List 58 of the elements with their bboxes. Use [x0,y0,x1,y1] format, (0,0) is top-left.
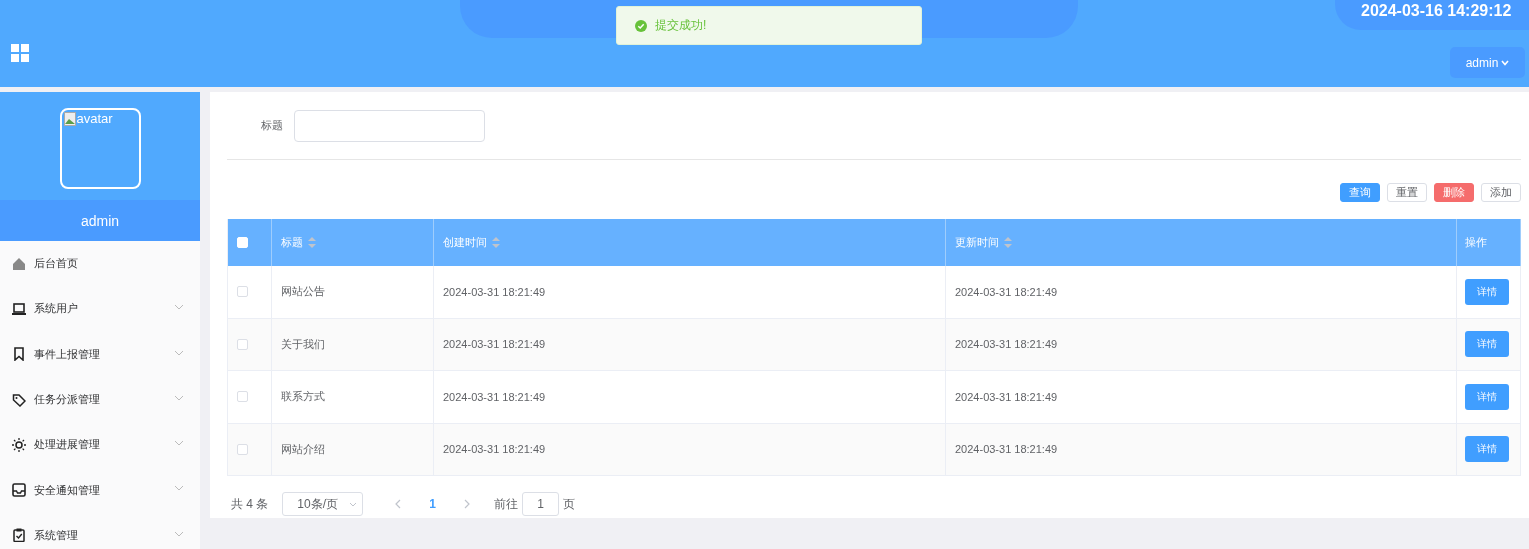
grid-menu-icon [11,44,29,62]
avatar-alt-text: avatar [76,112,113,126]
details-button[interactable]: 详情 [1465,278,1509,305]
table-cell: 2024-03-31 18:21:49 [946,318,1457,370]
username: admin [80,212,120,229]
user-menu-button[interactable]: admin [1450,47,1525,78]
delete-button[interactable]: 删除 [1434,183,1474,202]
details-button[interactable]: 详情 [1465,383,1509,410]
home-icon [12,256,26,271]
sidebar-item[interactable]: 处理进展管理 [0,422,200,468]
table-cell: 2024-03-31 18:21:49 [946,371,1457,423]
table-cell: 2024-03-31 18:21:49 [434,423,946,475]
caret-icon [1501,59,1510,66]
bookmark-icon [12,347,26,362]
sun-icon [12,437,26,452]
check-circle-icon [635,19,647,32]
field-label: 标题 [261,118,283,133]
laptop-icon [12,301,26,316]
toast-message: 提交成功! [655,17,707,34]
total-count: 共 4 条 [231,495,269,513]
broken-image-icon [63,112,76,126]
sidebar-item[interactable]: 安全通知管理 [0,467,200,513]
sidebar-item[interactable]: 任务分派管理 [0,376,200,423]
goto-label: 前往 [494,495,519,513]
action-button[interactable]: 重置 [1387,183,1427,202]
prev-page-icon [395,499,402,509]
table-cell: 网站公告 [272,266,434,318]
inbox-icon [12,483,26,498]
checkbox[interactable] [237,391,248,403]
query-button[interactable]: 查询 [1340,183,1380,202]
table-cell: 2024-03-31 18:21:49 [434,371,946,423]
chevron-down-icon [349,501,358,507]
next-page-icon [464,499,471,509]
checkbox[interactable] [237,286,248,298]
checkbox[interactable] [237,338,248,350]
page-number[interactable]: 1 [429,497,437,511]
table-cell: 关于我们 [272,318,434,370]
page-unit-label: 页 [563,495,576,513]
page-size-select[interactable]: 10条/页 [282,492,364,516]
page-input-field[interactable]: 1 [522,492,560,516]
table-cell: 网站介绍 [272,423,434,475]
sidebar-item[interactable]: 事件上报管理 [0,331,200,377]
sidebar-item[interactable]: 系统用户 [0,286,200,332]
tag-icon [12,392,26,407]
sidebar-item[interactable]: 系统管理 [0,512,200,549]
details-button[interactable]: 详情 [1465,436,1509,463]
date-time: 2024-03-16 14:29:12 [1361,2,1512,19]
table-cell: 2024-03-31 18:21:49 [946,423,1457,475]
action-button[interactable]: 添加 [1481,183,1521,202]
sidebar-item[interactable]: 后台首页 [0,241,200,287]
checkbox[interactable] [237,443,248,455]
table-cell: 2024-03-31 18:21:49 [434,266,946,318]
clipboard-icon [12,528,26,543]
table-cell: 联系方式 [272,371,434,423]
title-input-field[interactable] [294,109,485,142]
table-cell: 2024-03-31 18:21:49 [946,266,1457,318]
details-button[interactable]: 详情 [1465,331,1509,358]
table-cell: 2024-03-31 18:21:49 [434,318,946,370]
